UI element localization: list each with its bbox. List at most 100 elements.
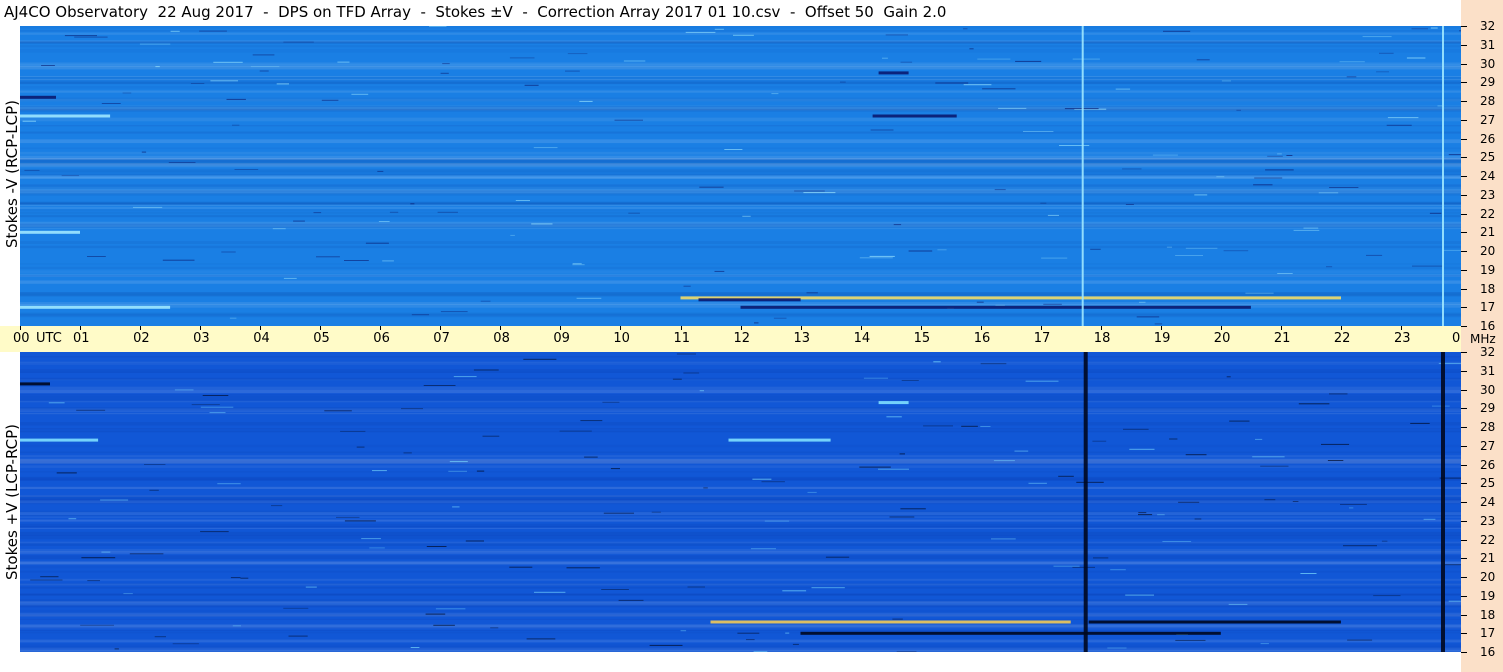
bottom-speckle [465, 540, 484, 542]
top-noise-band [20, 108, 1461, 112]
bottom-speckle [81, 557, 116, 559]
top-speckle [321, 99, 339, 101]
top-speckle [199, 30, 227, 32]
top-feature-vline [1081, 26, 1084, 326]
top-speckle [714, 28, 724, 30]
bottom-noise-band [20, 561, 1461, 565]
bottom-speckle [76, 409, 106, 411]
top-speckle [628, 212, 640, 214]
top-speckle [74, 36, 108, 38]
bottom-speckle [961, 425, 978, 427]
top-speckle [1346, 76, 1357, 78]
top-freq-tick [1461, 176, 1467, 177]
bottom-freq-label: 28 [1480, 420, 1496, 434]
top-freq-label: 22 [1480, 206, 1496, 221]
top-speckle [1286, 155, 1293, 156]
bottom-freq-tick [1461, 464, 1467, 466]
bottom-noise-band [20, 455, 1461, 458]
bottom-speckle [933, 361, 941, 363]
top-noise-band [20, 49, 1461, 53]
time-tick [500, 326, 502, 330]
bottom-noise-band [20, 570, 1461, 573]
top-speckle [1379, 52, 1394, 54]
bottom-speckle [811, 587, 845, 589]
top-speckle [567, 53, 588, 55]
time-tick [920, 326, 922, 330]
top-noise-band [20, 139, 1461, 144]
bottom-freq-tick [1461, 595, 1467, 597]
bottom-speckle [435, 608, 466, 610]
top-freq-tick [1461, 307, 1467, 309]
time-label: 02 [133, 331, 150, 346]
bottom-speckle [1432, 405, 1450, 407]
top-speckle [1376, 71, 1389, 73]
top-speckle [1185, 247, 1218, 249]
bottom-speckle [892, 618, 903, 620]
bottom-speckle [1410, 422, 1430, 424]
top-speckle [1194, 194, 1208, 196]
bottom-speckle [991, 538, 1016, 540]
bottom-speckle [1169, 438, 1178, 440]
bottom-speckle [1157, 514, 1165, 516]
bottom-speckle [1329, 393, 1348, 395]
top-speckle [1430, 27, 1438, 29]
top-speckle [272, 228, 286, 230]
top-speckle [773, 317, 787, 319]
top-freq-tick [1461, 44, 1467, 46]
top-freq-tick [1461, 82, 1467, 84]
bottom-speckle [889, 516, 915, 518]
bottom-speckle [899, 453, 905, 455]
bottom-noise-band [20, 516, 1461, 518]
bottom-speckle [271, 505, 283, 507]
time-tick [380, 326, 382, 330]
bottom-speckle [1138, 512, 1147, 514]
bottom-speckle [423, 385, 456, 386]
top-noise-band [20, 280, 1461, 284]
bottom-speckle [863, 377, 888, 379]
bottom-feature-band [800, 631, 1221, 635]
bottom-speckle [1292, 501, 1299, 502]
top-speckle [122, 92, 132, 94]
bottom-speckle [534, 591, 566, 593]
bottom-noise-band [20, 395, 1461, 397]
top-noise-band [20, 263, 1461, 265]
top-speckle [510, 234, 515, 236]
bottom-noise-band [20, 379, 1461, 381]
top-speckle [411, 314, 430, 316]
top-speckle [771, 93, 779, 95]
bottom-speckle [1178, 501, 1200, 503]
time-label: 05 [313, 331, 330, 346]
bottom-noise-band [20, 618, 1461, 620]
top-speckle [22, 120, 36, 122]
time-tick [1340, 326, 1342, 330]
bottom-freq-label: 29 [1480, 401, 1496, 416]
bottom-speckle [523, 358, 557, 360]
bottom-freq-tick [1461, 352, 1467, 353]
bottom-speckle [1423, 518, 1436, 520]
bottom-freq-label: 24 [1480, 495, 1496, 509]
bottom-speckle [56, 472, 77, 474]
bottom-speckle [896, 651, 917, 652]
bottom-speckle [603, 512, 634, 514]
top-noise-band [20, 31, 1461, 34]
bottom-noise-band [20, 650, 1461, 652]
bottom-speckle [825, 556, 850, 558]
time-label: 06 [373, 331, 390, 346]
top-noise-band [20, 201, 1461, 205]
bottom-freq-tick [1461, 558, 1467, 560]
top-noise-band [20, 81, 1461, 85]
bottom-speckle [1373, 595, 1401, 597]
bottom-noise-band [20, 599, 1461, 603]
bottom-speckle [687, 586, 705, 588]
top-feature-band [698, 298, 801, 302]
top-speckle [1326, 266, 1333, 268]
bottom-speckle [1175, 639, 1206, 641]
time-label: 03 [193, 331, 210, 346]
top-noise-band [20, 273, 1461, 277]
top-freq-tick [1461, 26, 1467, 27]
bottom-feature-band [20, 438, 99, 442]
bottom-feature-band [710, 620, 1071, 624]
top-speckle [442, 63, 450, 65]
top-speckle [885, 34, 908, 36]
top-freq-label: 24 [1480, 169, 1496, 183]
